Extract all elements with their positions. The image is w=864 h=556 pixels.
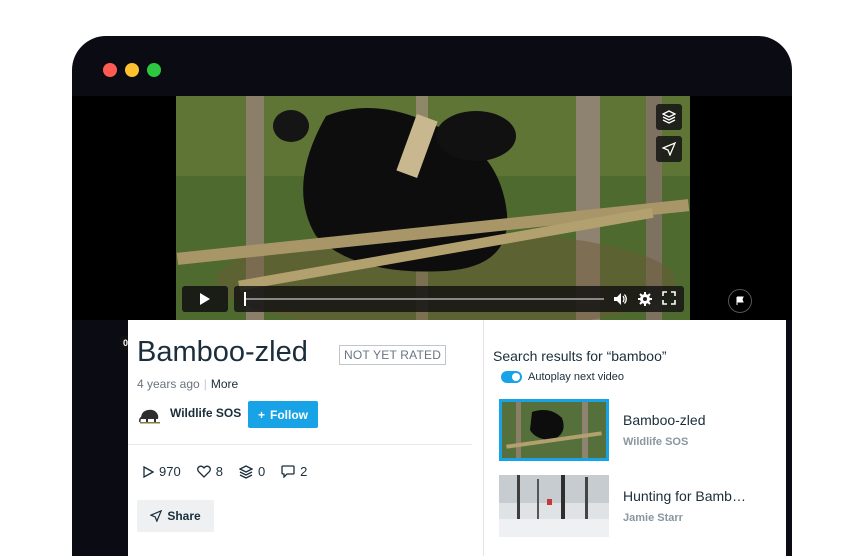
progress-playhead[interactable]	[244, 292, 246, 306]
result-item[interactable]: Hunting for Bamb… Jamie Starr	[499, 475, 785, 539]
result-owner[interactable]: Jamie Starr	[623, 512, 683, 524]
result-thumbnail[interactable]	[499, 475, 609, 537]
paper-plane-icon	[150, 510, 163, 522]
owner-name[interactable]: Wildlife SOS	[170, 406, 241, 420]
video-player[interactable]: 00:29	[72, 96, 792, 350]
report-button[interactable]	[728, 289, 752, 313]
paper-plane-icon	[662, 142, 676, 156]
share-button[interactable]: Share	[137, 500, 214, 532]
share-video-button[interactable]	[656, 136, 682, 162]
result-title[interactable]: Bamboo-zled	[623, 412, 706, 428]
result-title[interactable]: Hunting for Bamb…	[623, 488, 746, 504]
collections-stat[interactable]: 0	[238, 464, 266, 479]
autoplay-toggle[interactable]	[501, 371, 522, 383]
plays-count: 970	[159, 464, 181, 479]
plus-icon: +	[257, 407, 265, 422]
snow-thumbnail-image	[499, 475, 609, 537]
comments-count: 2	[300, 464, 308, 479]
follow-label: Follow	[270, 407, 308, 422]
video-meta: 4 years ago | More	[137, 377, 238, 391]
heart-icon	[196, 465, 211, 478]
collections-button[interactable]	[656, 104, 682, 130]
search-results-title: Search results for “bamboo”	[493, 348, 667, 364]
share-label: Share	[167, 509, 201, 523]
autoplay-label: Autoplay next video	[528, 371, 625, 383]
follow-button[interactable]: + Follow	[248, 401, 318, 428]
plays-stat: 970	[142, 464, 181, 479]
play-icon	[200, 293, 210, 305]
result-owner[interactable]: Wildlife SOS	[623, 436, 688, 448]
page-content: Bamboo-zled NOT YET RATED 4 years ago | Mo…	[128, 320, 786, 556]
fullscreen-icon[interactable]	[662, 291, 676, 305]
control-bar	[234, 286, 684, 312]
progress-track[interactable]	[244, 298, 604, 300]
close-window-button[interactable]	[103, 63, 117, 77]
video-details: Bamboo-zled NOT YET RATED 4 years ago | Mo…	[128, 320, 484, 556]
flag-icon	[736, 296, 744, 305]
divider	[128, 444, 472, 445]
comments-stat[interactable]: 2	[281, 464, 307, 479]
elephant-logo-icon[interactable]	[138, 402, 162, 426]
more-link[interactable]: More	[211, 377, 238, 391]
stack-icon	[238, 464, 253, 479]
comment-icon	[281, 465, 295, 478]
volume-icon[interactable]	[612, 291, 628, 307]
window-controls	[103, 63, 161, 77]
result-item[interactable]: Bamboo-zled Wildlife SOS	[499, 399, 785, 463]
player-controls	[182, 286, 684, 312]
collections-count: 0	[257, 464, 266, 479]
minimize-window-button[interactable]	[125, 63, 139, 77]
video-title: Bamboo-zled	[137, 336, 308, 368]
maximize-window-button[interactable]	[147, 63, 161, 77]
play-outline-icon	[143, 465, 154, 478]
likes-stat[interactable]: 8	[196, 464, 223, 479]
likes-count: 8	[215, 464, 223, 479]
settings-gear-icon[interactable]	[637, 291, 653, 307]
result-thumbnail[interactable]	[499, 399, 609, 461]
video-stats: 970 8 0 2	[142, 464, 307, 479]
bear-thumbnail-image	[502, 402, 606, 458]
rating-badge: NOT YET RATED	[339, 345, 447, 365]
meta-separator: |	[203, 377, 207, 391]
play-button[interactable]	[182, 286, 228, 312]
stack-icon	[662, 110, 676, 124]
browser-window: 00:29 Bamboo-zled NOT YET RATED	[72, 36, 792, 556]
upload-age: 4 years ago	[137, 377, 200, 391]
